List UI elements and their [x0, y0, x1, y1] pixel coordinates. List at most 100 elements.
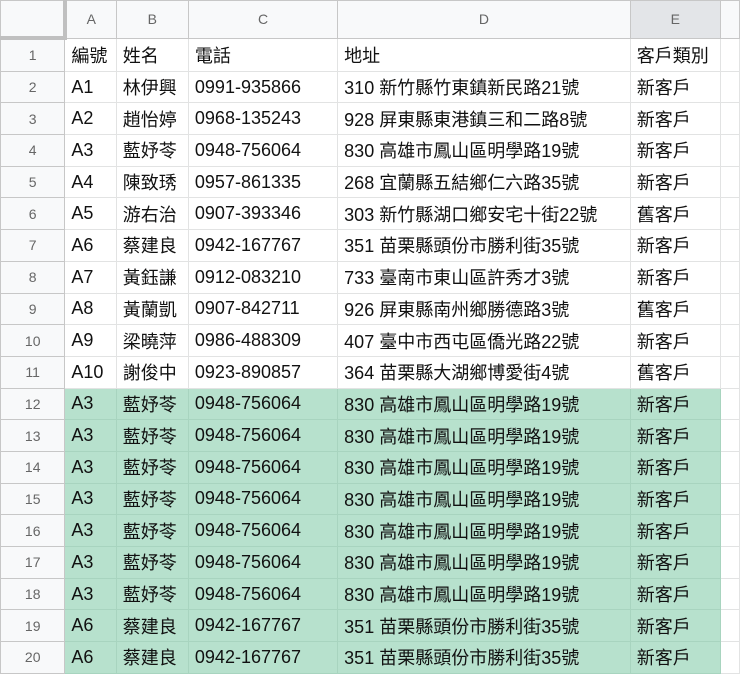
row-header[interactable]: 6 — [0, 197, 66, 231]
cell-customer-type[interactable]: 新客戶 — [629, 482, 721, 516]
cell-empty[interactable] — [719, 229, 740, 262]
row-header[interactable]: 20 — [0, 641, 66, 674]
cell-customer-type[interactable]: 新客戶 — [629, 102, 721, 136]
cell-id[interactable]: A3 — [64, 419, 117, 452]
cell-phone[interactable]: 0948-756064 — [187, 450, 339, 484]
cell-phone[interactable]: 0923-890857 — [187, 355, 339, 389]
cell-address[interactable]: 830 高雄市鳳山區明學路19號 — [337, 482, 631, 516]
cell-name[interactable]: 藍妤苓 — [115, 514, 189, 547]
row-header[interactable]: 18 — [0, 577, 66, 611]
row-header[interactable]: 12 — [0, 387, 66, 421]
cell-id[interactable]: A4 — [64, 165, 117, 199]
cell-name[interactable]: 藍妤苓 — [115, 419, 189, 452]
cell-address[interactable]: 364 苗栗縣大湖鄉博愛街4號 — [337, 355, 631, 389]
cell-address[interactable]: 351 苗栗縣頭份市勝利街35號 — [337, 641, 631, 674]
cell-phone[interactable]: 0948-756064 — [187, 577, 339, 611]
row-header[interactable]: 16 — [0, 514, 66, 547]
row-header[interactable]: 15 — [0, 482, 66, 516]
cell-customer-type[interactable]: 新客戶 — [629, 229, 721, 262]
cell-address[interactable]: 351 苗栗縣頭份市勝利街35號 — [337, 609, 631, 643]
cell-name[interactable]: 陳致琇 — [115, 165, 189, 199]
cell-address[interactable]: 830 高雄市鳳山區明學路19號 — [337, 134, 631, 167]
cell-id[interactable]: A5 — [64, 197, 117, 231]
cell-address[interactable]: 407 臺中市西屯區僑光路22號 — [337, 324, 631, 357]
cell-phone[interactable]: 0948-756064 — [187, 387, 339, 421]
cell-address[interactable]: 830 高雄市鳳山區明學路19號 — [337, 419, 631, 452]
cell-phone[interactable]: 0991-935866 — [187, 70, 339, 104]
cell-name[interactable]: 藍妤苓 — [115, 450, 189, 484]
cell-empty[interactable] — [719, 577, 740, 611]
cell-name[interactable]: 藍妤苓 — [115, 577, 189, 611]
column-header-a[interactable]: A — [64, 0, 117, 39]
cell-phone[interactable]: 0907-393346 — [187, 197, 339, 231]
cell-empty[interactable] — [719, 641, 740, 674]
cell-phone[interactable]: 0907-842711 — [187, 292, 339, 326]
cell-phone[interactable]: 0948-756064 — [187, 514, 339, 547]
cell-customer-type[interactable]: 舊客戶 — [629, 292, 721, 326]
cell-address[interactable]: 268 宜蘭縣五結鄉仁六路35號 — [337, 165, 631, 199]
cell-empty[interactable] — [719, 292, 740, 326]
cell-customer-type[interactable]: 新客戶 — [629, 641, 721, 674]
row-header[interactable]: 2 — [0, 70, 66, 104]
row-header[interactable]: 8 — [0, 260, 66, 294]
cell-customer-type[interactable]: 舊客戶 — [629, 355, 721, 389]
select-all-corner[interactable] — [0, 0, 67, 40]
header-cell-customer-type[interactable]: 客戶類別 — [629, 37, 721, 72]
row-header[interactable]: 19 — [0, 609, 66, 643]
cell-phone[interactable]: 0968-135243 — [187, 102, 339, 136]
cell-id[interactable]: A1 — [64, 70, 117, 104]
header-cell-address[interactable]: 地址 — [337, 37, 631, 72]
row-header[interactable]: 11 — [0, 355, 66, 389]
cell-phone[interactable]: 0942-167767 — [187, 229, 339, 262]
cell-address[interactable]: 310 新竹縣竹東鎮新民路21號 — [337, 70, 631, 104]
cell-phone[interactable]: 0948-756064 — [187, 419, 339, 452]
cell-id[interactable]: A3 — [64, 450, 117, 484]
row-header[interactable]: 10 — [0, 324, 66, 357]
cell-name[interactable]: 蔡建良 — [115, 641, 189, 674]
cell-phone[interactable]: 0942-167767 — [187, 609, 339, 643]
cell-empty[interactable] — [719, 324, 740, 357]
cell-address[interactable]: 830 高雄市鳳山區明學路19號 — [337, 546, 631, 579]
cell-phone[interactable]: 0957-861335 — [187, 165, 339, 199]
cell-name[interactable]: 藍妤苓 — [115, 482, 189, 516]
cell-id[interactable]: A2 — [64, 102, 117, 136]
cell-empty[interactable] — [719, 134, 740, 167]
cell-empty[interactable] — [719, 514, 740, 547]
cell-name[interactable]: 林伊興 — [115, 70, 189, 104]
cell-empty[interactable] — [719, 197, 740, 231]
cell-address[interactable]: 303 新竹縣湖口鄉安宅十街22號 — [337, 197, 631, 231]
cell-name[interactable]: 謝俊中 — [115, 355, 189, 389]
cell-id[interactable]: A3 — [64, 482, 117, 516]
row-header[interactable]: 4 — [0, 134, 66, 167]
cell-empty[interactable] — [719, 609, 740, 643]
cell-address[interactable]: 830 高雄市鳳山區明學路19號 — [337, 514, 631, 547]
cell-customer-type[interactable]: 新客戶 — [629, 165, 721, 199]
cell-phone[interactable]: 0986-488309 — [187, 324, 339, 357]
column-header-d[interactable]: D — [337, 0, 631, 39]
cell-customer-type[interactable]: 新客戶 — [629, 134, 721, 167]
cell-customer-type[interactable]: 新客戶 — [629, 387, 721, 421]
row-header[interactable]: 5 — [0, 165, 66, 199]
cell-name[interactable]: 黃蘭凱 — [115, 292, 189, 326]
header-cell-phone[interactable]: 電話 — [187, 37, 339, 72]
cell-name[interactable]: 游右治 — [115, 197, 189, 231]
header-cell-name[interactable]: 姓名 — [115, 37, 189, 72]
cell-id[interactable]: A7 — [64, 260, 117, 294]
cell-name[interactable]: 梁曉萍 — [115, 324, 189, 357]
cell-name[interactable]: 藍妤苓 — [115, 546, 189, 579]
row-header[interactable]: 14 — [0, 450, 66, 484]
cell-name[interactable]: 趙怡婷 — [115, 102, 189, 136]
cell-customer-type[interactable]: 新客戶 — [629, 609, 721, 643]
cell-customer-type[interactable]: 新客戶 — [629, 70, 721, 104]
cell-empty[interactable] — [719, 546, 740, 579]
cell-phone[interactable]: 0948-756064 — [187, 134, 339, 167]
cell-id[interactable]: A6 — [64, 609, 117, 643]
cell-empty[interactable] — [719, 70, 740, 104]
cell-empty[interactable] — [719, 450, 740, 484]
cell-phone[interactable]: 0948-756064 — [187, 546, 339, 579]
cell-empty[interactable] — [719, 37, 740, 72]
cell-name[interactable]: 藍妤苓 — [115, 134, 189, 167]
cell-phone[interactable]: 0942-167767 — [187, 641, 339, 674]
cell-empty[interactable] — [719, 482, 740, 516]
row-header[interactable]: 7 — [0, 229, 66, 262]
